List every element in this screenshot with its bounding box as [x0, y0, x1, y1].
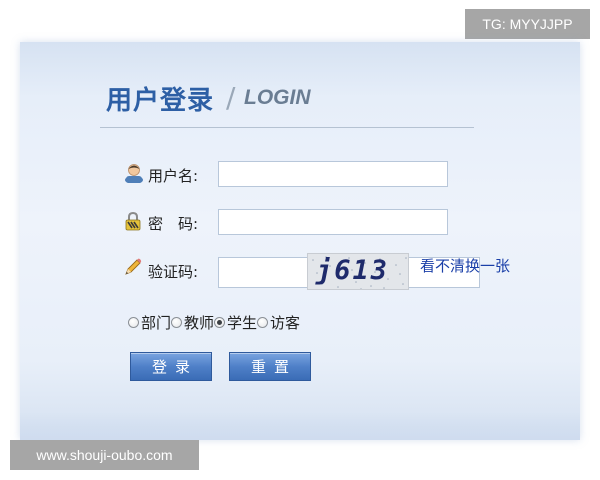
- role-option-label: 访客: [270, 314, 301, 332]
- role-option-label: 部门: [141, 314, 172, 332]
- radio-button[interactable]: [128, 317, 139, 328]
- title-separator: /: [226, 81, 236, 114]
- role-option-department[interactable]: 部门: [128, 312, 171, 333]
- refresh-captcha-link[interactable]: 看不清换一张: [420, 255, 510, 276]
- captcha-text: j613: [316, 255, 390, 286]
- username-label: 用户名:: [148, 167, 199, 185]
- page-title-english: LOGIN: [244, 86, 311, 109]
- role-option-visitor[interactable]: 访客: [257, 312, 300, 333]
- pencil-icon: [123, 257, 143, 281]
- watermark-top: TG: MYYJJPP: [465, 9, 590, 39]
- role-option-student[interactable]: 学生: [214, 312, 257, 333]
- reset-button[interactable]: 重置: [229, 352, 311, 381]
- title-divider: [100, 127, 474, 128]
- radio-button[interactable]: [214, 317, 226, 328]
- role-option-teacher[interactable]: 教师: [171, 312, 214, 333]
- role-option-label: 教师: [184, 314, 215, 332]
- page-title: 用户登录: [106, 86, 215, 116]
- watermark-bottom: www.shouji-oubo.com: [10, 440, 199, 470]
- radio-button[interactable]: [257, 317, 269, 328]
- lock-icon: [124, 211, 142, 235]
- password-label: 密 码:: [148, 215, 199, 233]
- radio-button[interactable]: [171, 317, 183, 328]
- password-input[interactable]: [218, 209, 448, 235]
- role-option-label: 学生: [227, 314, 258, 332]
- captcha-image[interactable]: j613: [307, 253, 409, 290]
- user-icon: [123, 163, 145, 187]
- username-input[interactable]: [218, 161, 448, 187]
- login-button[interactable]: 登录: [130, 352, 212, 381]
- captcha-label: 验证码:: [148, 263, 199, 281]
- role-radio-group: 部门 教师 学生 访客: [128, 312, 300, 333]
